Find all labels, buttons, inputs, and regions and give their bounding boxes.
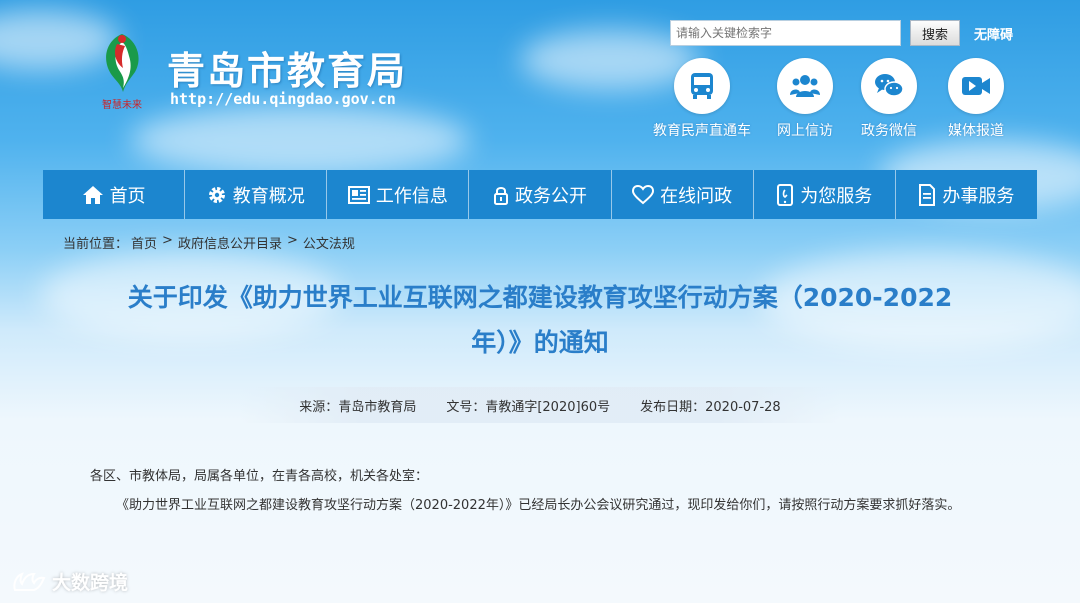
video-icon xyxy=(948,58,1004,114)
nav-item-label: 办事服务 xyxy=(942,185,1015,207)
accessibility-link[interactable]: 无障碍 xyxy=(974,24,1013,43)
breadcrumb-documents[interactable]: 公文法规 xyxy=(303,233,355,252)
search-input[interactable] xyxy=(670,20,901,46)
main-nav: 首页 教育概况 工作信息 政务公开 在线问政 为您服务 办事服务 xyxy=(43,170,1037,219)
nav-item-services[interactable]: 为您服务 xyxy=(754,170,896,219)
lock-icon xyxy=(493,186,508,205)
nav-item-home[interactable]: 首页 xyxy=(43,170,186,219)
nav-item-label: 在线问政 xyxy=(660,185,733,207)
article-paragraph: 《助力世界工业互联网之都建设教育攻坚行动方案（2020-2022年）》已经局长办… xyxy=(116,498,961,513)
home-icon xyxy=(82,185,103,204)
article-title-line-2: 年）》的通知 xyxy=(471,328,609,357)
nav-item-label: 教育概况 xyxy=(232,185,305,207)
cloud-decoration xyxy=(130,105,470,175)
nav-item-label: 首页 xyxy=(109,185,146,207)
meta-source: 来源：青岛市教育局 xyxy=(299,399,417,415)
nav-item-label: 为您服务 xyxy=(800,185,873,207)
meta-doc-number: 文号：青教通字[2020]60号 xyxy=(446,399,611,415)
article-salutation: 各区、市教体局，局属各单位，在青各高校，机关各处室： xyxy=(90,469,429,484)
wechat-icon xyxy=(861,58,917,114)
article-title-line-1: 关于印发《助力世界工业互联网之都建设教育攻坚行动方案（2020-2022 xyxy=(127,283,953,312)
search-button[interactable]: 搜索 xyxy=(910,20,960,46)
breadcrumb-prefix: 当前位置： xyxy=(63,237,129,252)
watermark-text: 大数跨境 xyxy=(52,572,129,594)
site-url: http://edu.qingdao.gov.cn xyxy=(170,90,396,108)
nav-item-label: 政务公开 xyxy=(514,185,587,207)
watermark: 大数跨境 xyxy=(12,568,128,595)
article-body: 各区、市教体局，局属各单位，在青各高校，机关各处室： 《助力世界工业互联网之都建… xyxy=(90,462,1000,520)
quick-link-label: 教育民声直通车 xyxy=(653,123,751,139)
users-icon xyxy=(777,58,833,114)
breadcrumb-separator: > xyxy=(286,233,298,248)
bus-icon xyxy=(674,58,730,114)
article-title: 关于印发《助力世界工业互联网之都建设教育攻坚行动方案（2020-2022 年）》… xyxy=(100,275,980,365)
quick-link-hotline[interactable]: 教育民声直通车 xyxy=(647,58,757,140)
phone-icon xyxy=(777,183,794,206)
breadcrumb: 当前位置： 首页 > 政府信息公开目录 > 公文法规 xyxy=(63,233,355,252)
nav-item-label: 工作信息 xyxy=(375,185,448,207)
heart-icon xyxy=(632,184,655,204)
site-logo[interactable]: 智慧未来 xyxy=(95,28,150,113)
site-title[interactable]: 青岛市教育局 xyxy=(167,40,407,95)
breadcrumb-separator: > xyxy=(162,233,173,248)
article-meta: 来源：青岛市教育局 文号：青教通字[2020]60号 发布日期：2020-07-… xyxy=(240,387,840,423)
meta-publish-date: 发布日期：2020-07-28 xyxy=(640,399,781,415)
quick-link-label: 媒体报道 xyxy=(948,123,1004,139)
nav-item-overview[interactable]: 教育概况 xyxy=(185,170,328,219)
logo-caption: 智慧未来 xyxy=(102,98,142,111)
document-icon xyxy=(919,183,936,206)
breadcrumb-home[interactable]: 首页 xyxy=(131,233,157,252)
gear-icon xyxy=(208,186,225,203)
nav-item-office-services[interactable]: 办事服务 xyxy=(896,170,1037,219)
nav-item-online-inquiry[interactable]: 在线问政 xyxy=(612,170,754,219)
newspaper-icon xyxy=(347,185,370,204)
breadcrumb-disclosure-catalog[interactable]: 政府信息公开目录 xyxy=(178,233,282,252)
nav-item-work-info[interactable]: 工作信息 xyxy=(327,170,470,219)
watermark-logo-icon xyxy=(13,571,46,591)
quick-link-media[interactable]: 媒体报道 xyxy=(921,58,1031,140)
nav-item-gov-affairs[interactable]: 政务公开 xyxy=(469,170,612,219)
